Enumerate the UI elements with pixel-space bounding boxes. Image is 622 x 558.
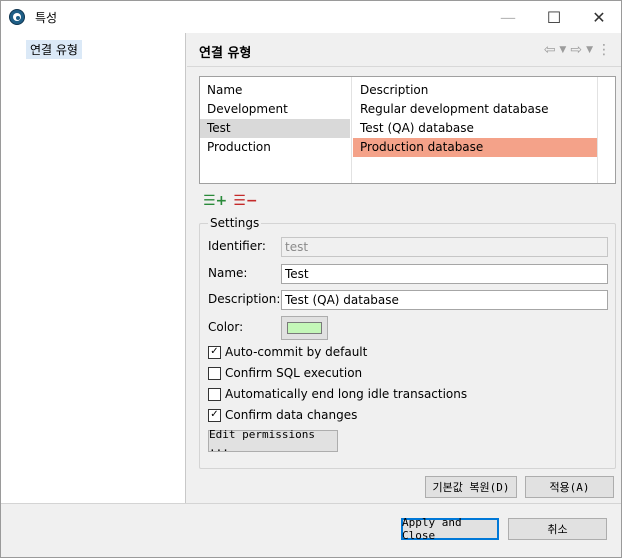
page-title: 연결 유형 — [199, 46, 252, 61]
column-header-description[interactable]: Description — [360, 83, 428, 97]
nav-item-connection-types[interactable]: 연결 유형 — [26, 40, 82, 59]
close-button[interactable]: ✕ — [576, 1, 622, 33]
minimize-button[interactable]: — — [485, 1, 531, 33]
back-arrow-icon[interactable]: ⇦ — [544, 42, 556, 58]
maximize-button[interactable]: ☐ — [531, 1, 577, 33]
name-column: Name Development Test Production — [200, 77, 352, 183]
description-label: Description: — [208, 292, 281, 306]
checkbox-box[interactable]: ✓ — [208, 408, 221, 422]
color-picker-button[interactable] — [281, 316, 328, 340]
page-header: 연결 유형 ⇦ ▼ ⇨ ▼ ⋮ — [187, 33, 621, 67]
restore-defaults-button[interactable]: 기본값 복원(D) — [425, 476, 517, 498]
forward-dropdown-icon[interactable]: ▼ — [586, 42, 593, 58]
cancel-button[interactable]: 취소 — [508, 518, 607, 540]
table-row-name[interactable]: Development — [200, 100, 350, 119]
identifier-label: Identifier: — [208, 239, 266, 253]
connection-types-table: Name Development Test Production Descrip… — [199, 76, 616, 184]
apply-and-close-button[interactable]: Apply and Close — [401, 516, 499, 542]
checkbox-confirm-sql[interactable]: Confirm SQL execution — [208, 366, 362, 380]
forward-arrow-icon[interactable]: ⇨ — [570, 42, 582, 58]
dbeaver-app-icon — [9, 9, 25, 25]
page-nav-icons: ⇦ ▼ ⇨ ▼ ⋮ — [544, 42, 611, 58]
preference-page: 연결 유형 ⇦ ▼ ⇨ ▼ ⋮ Name Development Test Pr… — [187, 33, 621, 503]
column-header-name[interactable]: Name — [207, 83, 242, 97]
apply-button[interactable]: 적용(A) — [525, 476, 614, 498]
checkbox-label: Confirm SQL execution — [225, 366, 363, 380]
name-label: Name: — [208, 266, 248, 280]
description-column: Description Regular development database… — [353, 77, 598, 183]
edit-permissions-button[interactable]: Edit permissions ... — [208, 428, 338, 454]
title-bar: 특성 — ☐ ✕ — [1, 1, 621, 33]
checkbox-auto-commit[interactable]: ✓ Auto-commit by default — [208, 345, 367, 359]
table-row-description[interactable]: Test (QA) database — [353, 119, 597, 138]
checkbox-label: Automatically end long idle transactions — [225, 387, 468, 401]
table-row-description[interactable]: Regular development database — [353, 100, 597, 119]
table-row-name-selected[interactable]: Test — [200, 119, 350, 138]
checkbox-confirm-data-changes[interactable]: ✓ Confirm data changes — [208, 408, 357, 422]
settings-group: Settings Identifier: test Name: Test Des… — [199, 216, 616, 469]
add-row-icon[interactable]: ☰+ — [203, 193, 227, 209]
checkbox-label: Confirm data changes — [225, 408, 358, 422]
identifier-field: test — [281, 237, 608, 257]
preference-nav-tree: 연결 유형 — [1, 33, 186, 503]
settings-group-title: Settings — [208, 216, 262, 230]
window-title: 특성 — [35, 11, 58, 25]
remove-row-icon[interactable]: ☰− — [233, 193, 257, 209]
color-swatch — [287, 322, 322, 334]
description-field[interactable]: Test (QA) database — [281, 290, 608, 310]
table-row-description-highlighted[interactable]: Production database — [353, 138, 597, 157]
checkbox-box[interactable] — [208, 387, 221, 401]
checkbox-box[interactable]: ✓ — [208, 345, 221, 359]
table-row-name[interactable]: Production — [200, 138, 350, 157]
checkbox-end-idle-transactions[interactable]: Automatically end long idle transactions — [208, 387, 467, 401]
name-field[interactable]: Test — [281, 264, 608, 284]
checkbox-label: Auto-commit by default — [225, 345, 368, 359]
dialog-button-bar: Apply and Close 취소 — [1, 503, 621, 557]
checkbox-box[interactable] — [208, 366, 221, 380]
color-label: Color: — [208, 320, 244, 334]
table-toolbar: ☰+ ☰− — [203, 193, 258, 209]
back-dropdown-icon[interactable]: ▼ — [559, 42, 566, 58]
properties-dialog: 특성 — ☐ ✕ 연결 유형 연결 유형 ⇦ ▼ ⇨ ▼ ⋮ Name Deve… — [0, 0, 622, 558]
more-vertical-icon[interactable]: ⋮ — [597, 42, 611, 58]
